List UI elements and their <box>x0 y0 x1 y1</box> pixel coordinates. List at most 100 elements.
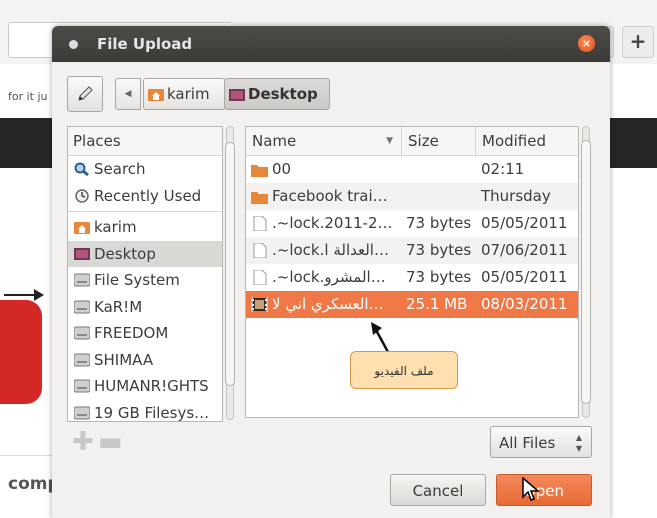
cancel-button[interactable]: Cancel <box>390 474 486 506</box>
file-name: .~lock.المشرو… <box>272 268 386 286</box>
file-list-header: Name ▼ Size Modified <box>246 127 578 156</box>
annotation-callout: ملف الفيديو <box>350 351 458 389</box>
background-red-shape <box>0 300 42 404</box>
file-row[interactable]: 00 02:11 <box>246 156 578 183</box>
column-header-size[interactable]: Size <box>402 127 476 155</box>
drive-icon <box>74 326 90 340</box>
desktop-icon <box>74 247 90 260</box>
place-search[interactable]: Search <box>68 156 222 183</box>
file-row[interactable]: Facebook trai… Thursday <box>246 183 578 210</box>
pointer-arrow-icon <box>4 289 44 301</box>
home-folder-icon <box>74 222 90 234</box>
place-recently-used[interactable]: Recently Used <box>68 183 222 210</box>
bookmark-buttons: ✚ ▬ <box>72 429 132 455</box>
file-modified: 08/03/2011 <box>481 295 568 313</box>
file-modified: Thursday <box>481 187 551 205</box>
drive-icon <box>74 379 90 393</box>
place-label: KaR!M <box>94 297 143 316</box>
drive-icon <box>74 406 90 419</box>
background-text: for it ju <box>8 90 48 103</box>
pencil-icon <box>78 86 93 101</box>
file-row[interactable]: .~lock.العدالة ا… 73 bytes 07/06/2011 <box>246 237 578 264</box>
place-karim[interactable]: karim <box>68 214 222 241</box>
drive-icon <box>74 273 90 287</box>
place-label: SHIMAA <box>94 350 154 369</box>
files-scrollbar[interactable] <box>580 126 592 418</box>
open-button[interactable]: Open <box>496 474 592 506</box>
file-modified: 05/05/2011 <box>481 214 568 232</box>
place-karim-drive[interactable]: KaR!M <box>68 294 222 321</box>
breadcrumb-karim[interactable]: karim <box>143 78 225 110</box>
filter-value: All Files <box>499 434 556 452</box>
place-19gb-filesystem[interactable]: 19 GB Filesys… <box>68 400 222 422</box>
file-size: 73 bytes <box>406 268 472 286</box>
place-label: FREEDOM <box>94 324 169 342</box>
callout-arrow-icon <box>371 322 390 353</box>
type-location-button[interactable] <box>67 76 103 112</box>
recent-icon <box>75 188 89 203</box>
remove-bookmark-button[interactable]: ▬ <box>98 429 124 455</box>
file-upload-dialog: File Upload × ◀ karim Desktop Places Sea… <box>52 26 610 518</box>
file-icon <box>253 270 267 285</box>
column-label: Name <box>252 132 297 150</box>
folder-icon <box>251 165 268 177</box>
file-modified: 05/05/2011 <box>481 268 568 286</box>
updown-arrows-icon: ▲ ▼ <box>575 433 582 453</box>
places-divider <box>68 211 222 212</box>
place-desktop[interactable]: Desktop <box>68 240 222 267</box>
background-divider <box>0 455 52 456</box>
place-label: Desktop <box>94 244 156 263</box>
file-size <box>406 183 476 210</box>
place-shimaa[interactable]: SHIMAA <box>68 347 222 374</box>
add-bookmark-button[interactable]: ✚ <box>72 429 98 455</box>
file-name: 00 <box>272 160 292 178</box>
places-pane: Places Search Recently Used karim Deskto… <box>67 126 223 422</box>
file-size <box>406 156 476 183</box>
desktop-icon <box>229 89 245 101</box>
places-scrollbar[interactable] <box>224 126 236 420</box>
place-label: karim <box>94 218 137 236</box>
column-header-modified[interactable]: Modified <box>476 127 578 155</box>
breadcrumb-desktop[interactable]: Desktop <box>224 78 330 110</box>
file-size: 25.1 MB <box>406 295 468 313</box>
new-tab-button[interactable]: + <box>622 26 654 58</box>
file-row[interactable]: .~lock.2011-2… 73 bytes 05/05/2011 <box>246 210 578 237</box>
file-icon <box>253 216 267 231</box>
file-row[interactable]: .~lock.المشرو… 73 bytes 05/05/2011 <box>246 264 578 291</box>
home-folder-icon <box>148 89 164 101</box>
dialog-titlebar[interactable]: File Upload × <box>52 26 610 62</box>
file-icon <box>253 243 267 258</box>
file-type-filter[interactable]: All Files ▲ ▼ <box>490 426 592 458</box>
place-label: Search <box>94 160 146 178</box>
file-size: 73 bytes <box>406 241 472 259</box>
dialog-title: File Upload <box>97 35 193 53</box>
file-row-selected[interactable]: العسكري اني لا… 25.1 MB 08/03/2011 <box>246 291 578 318</box>
file-modified: 07/06/2011 <box>481 241 568 259</box>
file-modified: 02:11 <box>481 160 525 178</box>
window-menu-icon[interactable] <box>69 40 78 49</box>
place-humanrights[interactable]: HUMANR!GHTS <box>68 373 222 400</box>
file-name: Facebook trai… <box>272 187 388 205</box>
place-label: HUMANR!GHTS <box>94 377 209 395</box>
scrollbar-thumb[interactable] <box>581 140 591 404</box>
path-back-button[interactable]: ◀ <box>115 78 141 110</box>
file-name: .~lock.2011-2… <box>272 214 393 232</box>
file-name: .~lock.العدالة ا… <box>272 241 389 259</box>
places-column-header[interactable]: Places <box>68 127 222 156</box>
place-label: 19 GB Filesys… <box>94 403 210 422</box>
scrollbar-thumb[interactable] <box>225 142 235 386</box>
file-name: العسكري اني لا… <box>272 295 384 313</box>
breadcrumb-label: karim <box>167 85 210 103</box>
mouse-cursor-icon <box>522 477 541 501</box>
place-label: Recently Used <box>94 186 202 205</box>
close-button[interactable]: × <box>578 35 595 52</box>
place-freedom[interactable]: FREEDOM <box>68 320 222 347</box>
drive-icon <box>74 300 90 313</box>
place-label: File System <box>94 271 180 289</box>
drive-icon <box>74 353 90 366</box>
breadcrumb-label: Desktop <box>248 85 318 103</box>
place-file-system[interactable]: File System <box>68 267 222 294</box>
file-size: 73 bytes <box>406 214 472 232</box>
column-header-name[interactable]: Name ▼ <box>246 127 402 155</box>
sort-down-icon: ▼ <box>386 136 393 146</box>
